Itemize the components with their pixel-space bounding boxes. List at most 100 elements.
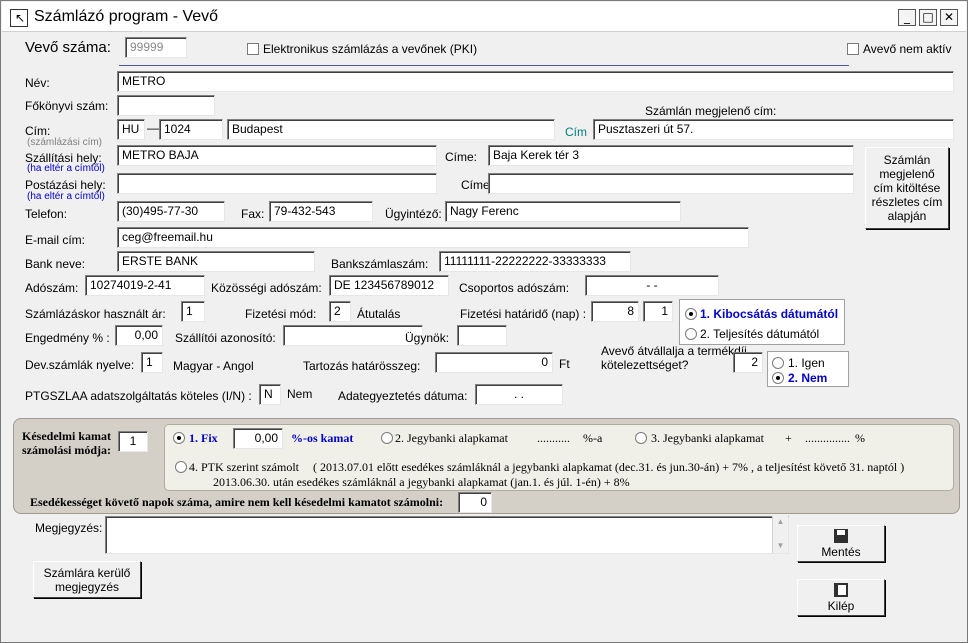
ledger-field[interactable] <box>117 95 215 116</box>
late-base-plus-label: 3. Jegybanki alapkamat <box>651 431 764 445</box>
due-days-field[interactable]: 8 <box>591 301 639 322</box>
language-label: Dev.számlák nyelve: <box>25 358 135 372</box>
late-ptk-label: 4. PTK szerint számolt <box>189 460 299 474</box>
discount-label: Engedmény % : <box>25 331 110 345</box>
name-label: Név: <box>25 76 50 90</box>
account-field[interactable]: 11111111-22222222-33333333 <box>439 251 631 272</box>
save-button[interactable]: Mentés <box>797 525 885 562</box>
maximize-button[interactable]: □ <box>919 9 937 26</box>
broker-field[interactable] <box>457 325 507 346</box>
einvoice-checkbox[interactable] <box>247 43 259 55</box>
debt-limit-unit: Ft <box>559 357 570 371</box>
late-base-plus-sign: + <box>785 431 792 445</box>
language-text: Magyar - Angol <box>173 359 254 373</box>
postal-name-field[interactable] <box>117 173 437 194</box>
product-fee-field[interactable]: 2 <box>733 352 763 373</box>
late-base-rate-dots: ........... <box>537 431 570 445</box>
minimize-button[interactable]: _ <box>898 9 916 26</box>
reconcile-label: Adategyeztetés dátuma: <box>338 389 468 403</box>
late-ptk-radio[interactable] <box>175 461 187 473</box>
header-separator <box>119 65 849 66</box>
product-fee-yes-label: 1. Igen <box>788 356 825 370</box>
product-fee-group: 1. Igen 2. Nem <box>767 351 849 387</box>
paymode-label: Fizetési mód: <box>245 307 317 321</box>
late-interest-options: 1. Fix 0,00 %-os kamat 2. Jegybanki alap… <box>164 424 954 491</box>
reconcile-field[interactable]: . . <box>475 384 563 405</box>
fill-invoice-address-button[interactable]: Számlán megjelenő cím kitöltése részlete… <box>865 147 949 229</box>
due-from-completion-radio[interactable] <box>685 328 697 340</box>
window-title: Számlázó program - Vevő <box>34 8 219 25</box>
debt-limit-label: Tartozás határösszeg: <box>303 359 421 373</box>
ptg-label: PTGSZLAA adatszolgáltatás köteles (I/N) … <box>25 389 252 403</box>
product-fee-yes-radio[interactable] <box>772 357 784 369</box>
notes-scrollbar[interactable]: ▲ ▼ <box>772 516 788 553</box>
zip-field[interactable]: 1024 <box>159 119 223 140</box>
late-ptk-rule1: ( 2013.07.01 előtt esedékes számláknál a… <box>313 460 905 474</box>
late-base-rate-radio[interactable] <box>381 432 393 444</box>
title-bar: ↖ Számlázó program - Vevő _ □ ✕ <box>2 2 966 32</box>
fax-field[interactable]: 79-432-543 <box>269 201 373 222</box>
late-fix-suffix: %-os kamat <box>291 431 354 445</box>
group-tax-field[interactable]: - - <box>585 275 719 296</box>
scroll-up-icon[interactable]: ▲ <box>773 516 788 528</box>
postal-address-field[interactable] <box>488 173 854 194</box>
notes-label: Megjegyzés: <box>35 521 103 535</box>
late-base-rate-label: 2. Jegybanki alapkamat <box>395 431 508 445</box>
scroll-down-icon[interactable]: ▼ <box>773 540 788 552</box>
inactive-checkbox[interactable] <box>847 43 859 55</box>
debt-limit-field[interactable]: 0 <box>435 352 553 373</box>
price-field[interactable]: 1 <box>181 301 205 322</box>
invoice-note-button[interactable]: Számlára kerülő megjegyzés <box>33 561 141 598</box>
account-label: Bankszámlaszám: <box>331 257 429 271</box>
exit-button[interactable]: Kilép <box>797 579 885 616</box>
address-lookup-button[interactable]: Cím <box>565 125 587 139</box>
grace-days-field[interactable]: 0 <box>458 492 492 513</box>
eu-tax-label: Közösségi adószám: <box>211 281 322 295</box>
paymode-field[interactable]: 2 <box>329 301 351 322</box>
late-interest-panel: Késedelmi kamat számolási módja: 1 1. Fi… <box>13 418 960 514</box>
due-from-issue-label: 1. Kibocsátás dátumától <box>700 307 839 321</box>
product-fee-no-radio[interactable] <box>772 372 784 384</box>
ptg-field[interactable]: N <box>259 384 281 405</box>
late-fix-value-field[interactable]: 0,00 <box>233 428 283 449</box>
eu-tax-field[interactable]: DE 123456789012 <box>329 275 449 296</box>
shipping-sublabel: (ha eltér a címtől) <box>27 163 105 174</box>
due-label: Fizetési határidő (nap) : <box>460 307 587 321</box>
bank-field[interactable]: ERSTE BANK <box>117 251 315 272</box>
shipping-name-field[interactable]: METRO BAJA <box>117 145 437 166</box>
late-interest-mode-field[interactable]: 1 <box>118 431 148 452</box>
city-field[interactable]: Budapest <box>227 119 555 140</box>
shipping-address-label: Címe: <box>445 150 478 164</box>
due-mode-field[interactable]: 1 <box>643 301 673 322</box>
product-fee-no-label: 2. Nem <box>788 371 828 385</box>
agent-field[interactable]: Nagy Ferenc <box>445 201 681 222</box>
address-label: Cím: <box>25 124 51 138</box>
phone-field[interactable]: (30)495-77-30 <box>117 201 225 222</box>
bank-label: Bank neve: <box>25 257 86 271</box>
late-base-rate-suffix: %-a <box>583 431 603 445</box>
ptg-text: Nem <box>287 387 313 401</box>
window: ↖ Számlázó program - Vevő _ □ ✕ Vevő szá… <box>0 0 968 643</box>
shipping-address-field[interactable]: Baja Kerek tér 3 <box>488 145 854 166</box>
notes-field[interactable] <box>105 516 789 554</box>
exit-button-label: Kilép <box>827 598 855 613</box>
due-from-issue-radio[interactable] <box>685 308 697 320</box>
postal-sublabel: (ha eltér a címtől) <box>27 191 105 202</box>
tax-field[interactable]: 10274019-2-41 <box>85 275 205 296</box>
late-fix-radio[interactable] <box>173 432 185 444</box>
supplier-id-field[interactable] <box>283 325 423 346</box>
country-field[interactable]: HU <box>117 119 145 140</box>
fax-label: Fax: <box>241 207 265 221</box>
late-base-plus-radio[interactable] <box>635 432 647 444</box>
name-field[interactable]: METRO <box>117 71 954 92</box>
email-label: E-mail cím: <box>25 233 85 247</box>
discount-field[interactable]: 0,00 <box>115 325 163 346</box>
language-field[interactable]: 1 <box>141 352 163 373</box>
close-button[interactable]: ✕ <box>940 9 958 26</box>
invoice-street-field[interactable]: Pusztaszeri út 57. <box>593 119 954 140</box>
email-field[interactable]: ceg@freemail.hu <box>117 227 749 248</box>
customer-no-field[interactable]: 99999 <box>125 37 187 58</box>
late-fix-label: 1. Fix <box>189 431 218 445</box>
due-from-completion-label: 2. Teljesítés dátumától <box>700 327 820 341</box>
paymode-text: Átutalás <box>357 307 401 321</box>
